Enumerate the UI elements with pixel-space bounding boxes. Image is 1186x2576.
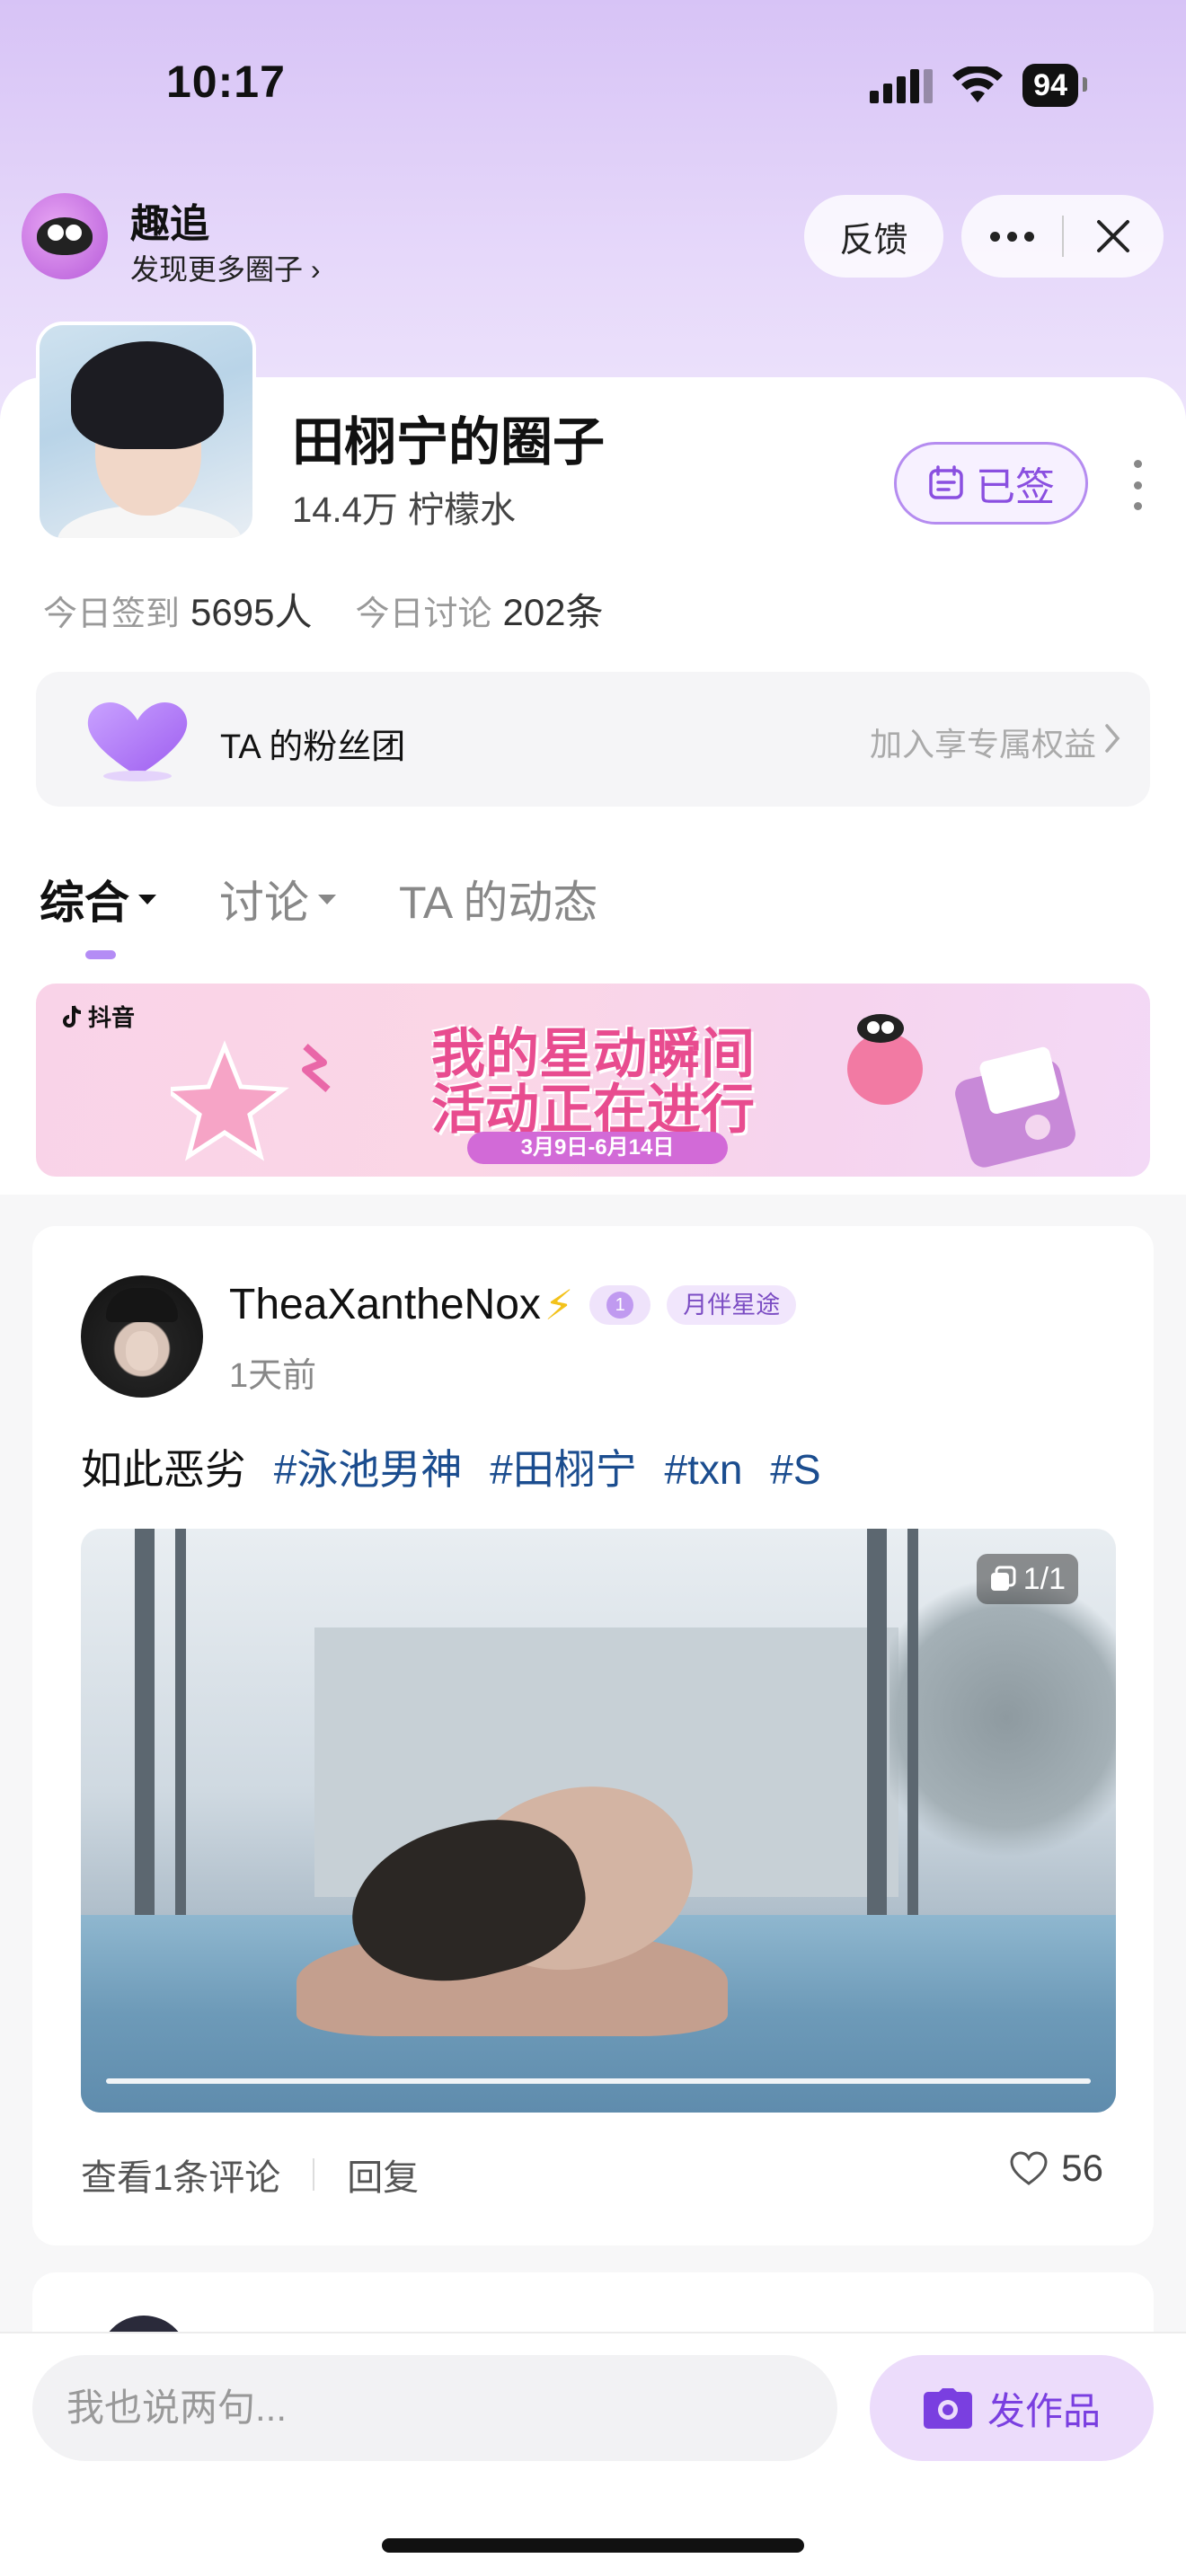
status-bar: 10:17 94 [0,0,1186,171]
action-divider [313,2158,315,2191]
publish-work-button[interactable]: 发作品 [870,2355,1154,2461]
post-author-avatar[interactable] [81,1275,203,1398]
heart-outline-icon [1010,2151,1048,2185]
mascot-icon [847,1014,923,1105]
post-text: 如此恶劣 #泳池男神 #田栩宁 #txn #S [81,1446,821,1493]
banner-date: 3月9日-6月14日 [467,1132,728,1164]
signed-in-button[interactable]: 已签 [894,442,1088,525]
status-icons: 94 [870,63,1087,108]
home-indicator [382,2538,804,2553]
gallery-icon [990,1566,1016,1591]
like-button[interactable]: 56 [1009,2147,1103,2190]
post-image[interactable]: 1/1 [81,1529,1116,2113]
hashtag-link[interactable]: #txn [665,1446,743,1493]
fan-club-card[interactable]: TA 的粉丝团 加入享专属权益 [36,672,1150,807]
signed-in-label: 已签 [976,465,1055,509]
view-comments-link[interactable]: 查看1条评论 [81,2148,280,2201]
caret-down-icon [318,894,336,904]
more-options-icon[interactable] [961,195,1062,278]
tab-indicator [85,950,116,959]
tab-general[interactable]: 综合 [40,867,156,931]
like-count: 56 [1061,2147,1103,2189]
image-counter: 1/1 [976,1554,1078,1604]
feed-tabs: 综合 讨论 TA 的动态 [40,867,597,931]
hashtag-link[interactable]: #S [770,1446,820,1493]
tab-activity[interactable]: TA 的动态 [399,867,597,931]
circle-stats: 今日签到 5695人 今日讨论 202条 [43,582,604,637]
battery-indicator: 94 [1022,64,1087,107]
fan-title-badge[interactable]: 月伴星途 [667,1284,797,1325]
app-header: 趣追 发现更多圈子 › 反馈 [0,184,1186,292]
app-name: 趣追 [130,202,209,246]
discuss-stat: 今日讨论 202条 [355,591,604,633]
app-logo[interactable] [22,193,108,279]
circle-member-count: 14.4万 柠檬水 [292,490,516,530]
fan-level-badge[interactable]: 1 [589,1284,651,1325]
star-avatar[interactable] [36,322,256,542]
post-time: 1天前 [229,1357,317,1395]
comment-input[interactable] [32,2355,837,2461]
event-banner[interactable]: 抖音 我的星动瞬间 活动正在进行 3月9日-6月14日 [36,984,1150,1177]
feedback-button[interactable]: 反馈 [804,195,943,278]
post-author-row: TheaXantheNox ⚡ 1 月伴星途 [229,1280,797,1329]
caret-down-icon [138,894,156,904]
discover-circles-link[interactable]: 发现更多圈子 › [130,247,321,288]
fan-club-label: TA 的粉丝团 [220,728,406,766]
camera-icon [923,2388,972,2429]
circle-menu-icon[interactable] [1130,460,1145,510]
post-username[interactable]: TheaXantheNox [229,1280,541,1329]
hashtag-link[interactable]: #泳池男神 [274,1446,463,1493]
fan-club-join-link[interactable]: 加入享专属权益 [870,719,1096,765]
circle-title: 田栩宁的圈子 [292,413,606,472]
tab-discussion[interactable]: 讨论 [219,867,336,931]
status-time: 10:17 [166,57,286,107]
video-progress-bar [106,2078,1091,2084]
mini-program-capsule [961,195,1164,278]
publish-label: 发作品 [987,2389,1101,2432]
checkin-stat: 今日签到 5695人 [43,591,313,633]
reply-button[interactable]: 回复 [347,2148,419,2201]
heart-icon [87,702,188,781]
close-icon[interactable] [1064,195,1163,278]
folder-decoration-icon [955,1046,1075,1168]
wifi-icon [952,66,1004,102]
post-actions: 查看1条评论 回复 [81,2148,419,2201]
chevron-right-icon [1105,724,1120,753]
hashtag-link[interactable]: #田栩宁 [490,1446,637,1493]
lightning-icon: ⚡ [544,1281,574,1328]
signal-icon [870,69,934,103]
calendar-icon [929,465,963,499]
